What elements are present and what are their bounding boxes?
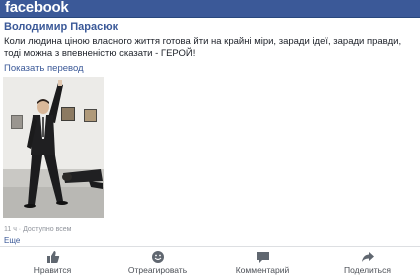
facebook-logo[interactable]: facebook <box>5 0 69 16</box>
react-label: Отреагировать <box>127 265 188 275</box>
like-button[interactable]: Нравится <box>0 250 105 278</box>
thumbs-up-icon <box>0 250 105 264</box>
comment-label: Комментарий <box>235 265 290 275</box>
post-photo[interactable] <box>3 77 104 218</box>
more-link[interactable]: Еще <box>4 236 20 245</box>
post-timestamp-privacy: 11 ч · Доступно всем <box>4 226 72 233</box>
smiley-icon <box>105 250 210 264</box>
like-label: Нравится <box>33 265 72 275</box>
post-author-name[interactable]: Володимир Парасюк <box>4 21 118 33</box>
speech-bubble-icon <box>210 250 315 264</box>
comment-button[interactable]: Комментарий <box>210 250 315 278</box>
share-arrow-icon <box>315 250 420 264</box>
share-label: Поделиться <box>344 265 391 275</box>
show-translation-link[interactable]: Показать перевод <box>4 63 84 74</box>
react-button[interactable]: Отреагировать <box>105 250 210 278</box>
post-action-bar: Нравится Отреагировать Комментарий Подел… <box>0 247 420 280</box>
share-button[interactable]: Поделиться <box>315 250 420 278</box>
post-text: Коли людина ціною власного життя готова … <box>4 36 402 59</box>
top-bar: facebook <box>0 0 420 18</box>
